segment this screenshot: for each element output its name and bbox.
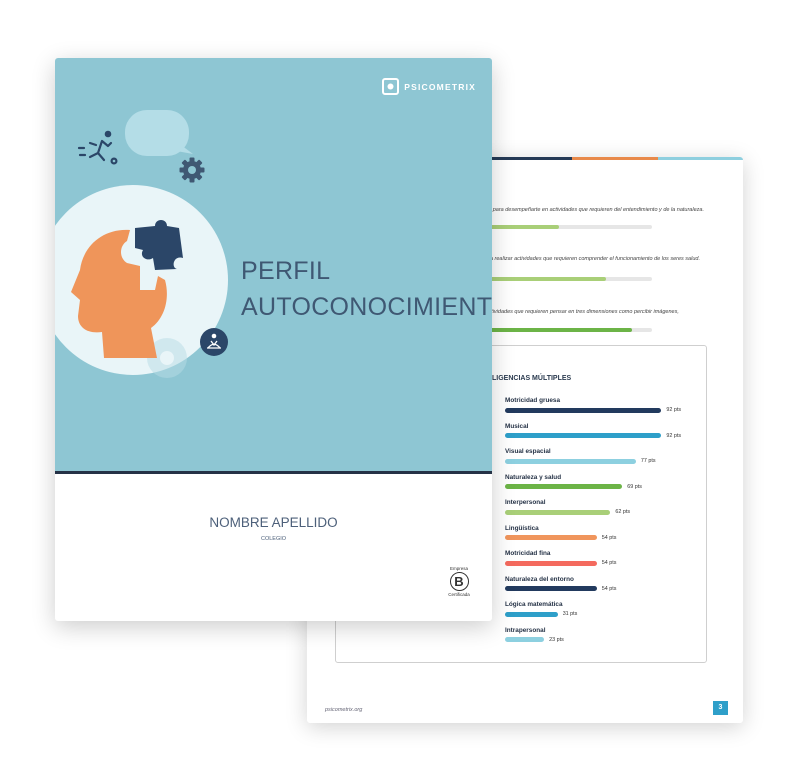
progress-bar-1 [482,225,652,229]
skill-points: 54 pts [601,560,617,566]
page-number: 3 [713,701,728,715]
paragraph-2: para realizar actividades que requieren … [482,256,700,262]
skill-row: Naturaleza del entorno 54 pts [505,576,616,592]
skill-bar [505,407,662,413]
skill-bar [505,586,597,591]
skill-bar [505,535,597,540]
skill-row: Lógica matemática 31 pts [505,601,577,617]
runner-icon [77,130,118,165]
meditation-icon [200,328,228,356]
skill-label: Interpersonal [505,499,546,506]
skill-row: Motricidad fina 54 pts [505,550,616,566]
skill-row: Musical 92 pts [505,423,681,439]
psicometrix-logo-icon [382,78,400,95]
skill-points: 23 pts [549,636,564,643]
cover-title-line-1: PERFIL [241,257,331,285]
skill-label: Lingüística [505,524,539,532]
skill-points: 54 pts [601,585,617,592]
cover-page: PSICOMETRIX PERFIL AUTOCONOCIMIENTO NOMB… [55,58,492,621]
skill-label: Intrapersonal [505,626,546,634]
skill-points: 92 pts [666,407,682,413]
skill-bar [505,560,597,566]
skill-label: Motricidad fina [505,550,551,557]
cover-divider [55,471,492,474]
skill-label: Naturaleza del entorno [505,575,574,583]
skill-bar [505,509,611,515]
skill-row: Intrapersonal 23 pts [505,627,564,643]
skill-label: Motricidad gruesa [505,397,561,404]
skill-points: 31 pts [562,611,578,617]
skill-points: 54 pts [601,534,617,541]
cover-title-line-2: AUTOCONOCIMIENTO [241,293,492,321]
skill-row: Naturaleza y salud 69 pts [505,474,642,490]
skill-row: Motricidad gruesa 92 pts [505,397,681,413]
skill-bar [505,484,623,489]
skill-row: Visual espacial 77 pts [505,448,656,464]
back-page-accent-bar [487,157,743,160]
progress-bar-3 [482,328,652,332]
chart-title: LIGENCIAS MÚLTIPLES [492,375,572,382]
skill-bar [505,637,545,642]
footer-url: psicometrix.org [325,707,363,713]
paragraph-3: r actividades que requieren pensar en tr… [482,309,679,315]
skill-label: Lógica matemática [505,601,563,608]
bcorp-b-icon: B [449,572,469,591]
b-corp-badge: Empresa B Certificada [443,566,475,597]
skill-points: 77 pts [640,458,656,464]
bcorp-bottom-text: Certificada [448,592,470,597]
skill-row: Interpersonal 62 pts [505,499,630,515]
cover-illustration-panel: PSICOMETRIX PERFIL AUTOCONOCIMIENTO [55,58,492,471]
skill-points: 62 pts [615,509,631,515]
skill-bar [505,611,558,617]
skill-row: Lingüística 54 pts [505,525,616,541]
paragraph-1: dad para desempeñarte en actividades que… [482,207,704,213]
skill-label: Visual espacial [505,448,551,455]
student-name: NOMBRE APELLIDO [209,515,338,530]
skill-label: Naturaleza y salud [505,473,562,481]
cover-title: PERFIL AUTOCONOCIMIENTO [241,253,492,325]
speech-bubble-icon [125,110,193,156]
progress-bar-2 [482,277,652,281]
logo-text: PSICOMETRIX [404,81,476,92]
gear-icon [179,157,205,183]
skill-bar [505,458,636,464]
bcorp-top-text: Empresa [449,566,468,571]
skill-label: Musical [505,422,529,430]
skill-points: 92 pts [666,432,682,439]
skill-points: 69 pts [627,483,642,490]
skill-bar [505,433,662,438]
psicometrix-logo: PSICOMETRIX [382,78,476,95]
school-name: COLEGIO [260,536,287,542]
